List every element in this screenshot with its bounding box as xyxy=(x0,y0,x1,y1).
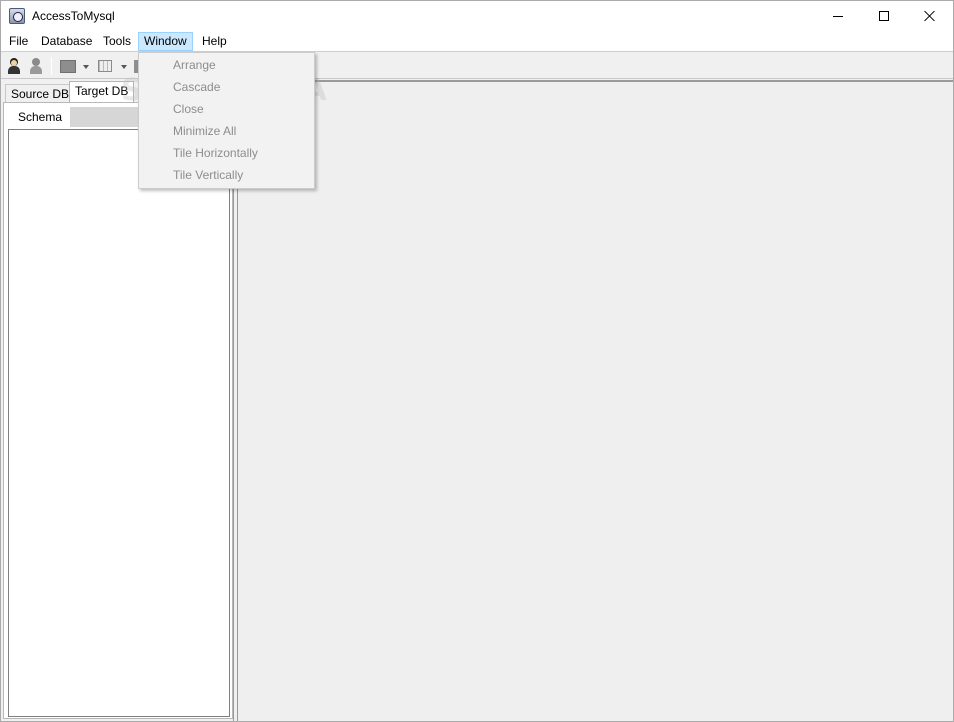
user-disabled-icon[interactable] xyxy=(28,58,44,74)
schema-tree[interactable] xyxy=(8,129,230,717)
menu-bar: File Database Tools Window Help xyxy=(1,31,953,52)
menu-item-cascade[interactable]: Cascade xyxy=(173,76,311,98)
tab-source-db[interactable]: Source DB xyxy=(5,84,76,103)
close-icon xyxy=(924,10,936,22)
title-bar[interactable]: AccessToMysql xyxy=(1,1,953,31)
menu-database[interactable]: Database xyxy=(35,32,98,51)
chevron-down-icon[interactable] xyxy=(121,65,127,69)
table-icon[interactable] xyxy=(97,58,113,74)
window-title: AccessToMysql xyxy=(32,9,115,23)
menu-tools[interactable]: Tools xyxy=(97,32,137,51)
app-icon[interactable] xyxy=(9,8,25,24)
menu-item-minimize-all[interactable]: Minimize All xyxy=(173,120,311,142)
menu-item-close[interactable]: Close xyxy=(173,98,311,120)
menu-item-arrange[interactable]: Arrange xyxy=(173,54,311,76)
tab-schema[interactable]: Schema xyxy=(10,107,71,129)
menu-file[interactable]: File xyxy=(3,32,34,51)
tab-panel: Schema xyxy=(3,102,233,719)
minimize-icon xyxy=(833,15,843,17)
menu-item-tile-horizontally[interactable]: Tile Horizontally xyxy=(173,142,311,164)
maximize-icon xyxy=(879,11,889,21)
maximize-button[interactable] xyxy=(861,1,907,31)
close-button[interactable] xyxy=(907,1,953,31)
window-menu-dropdown: Arrange Cascade Close Minimize All Tile … xyxy=(138,52,315,189)
toolbar-separator xyxy=(51,57,52,75)
app-window: AccessToMysql File Database Tools Window… xyxy=(0,0,954,722)
user-icon[interactable] xyxy=(6,58,22,74)
menu-window[interactable]: Window xyxy=(138,32,193,51)
chevron-down-icon[interactable] xyxy=(83,65,89,69)
menu-item-tile-vertically[interactable]: Tile Vertically xyxy=(173,164,311,186)
minimize-button[interactable] xyxy=(815,1,861,31)
tab-target-db[interactable]: Target DB xyxy=(69,81,135,103)
database-icon[interactable] xyxy=(60,58,76,74)
mdi-workspace xyxy=(237,80,953,721)
menu-help[interactable]: Help xyxy=(196,32,233,51)
